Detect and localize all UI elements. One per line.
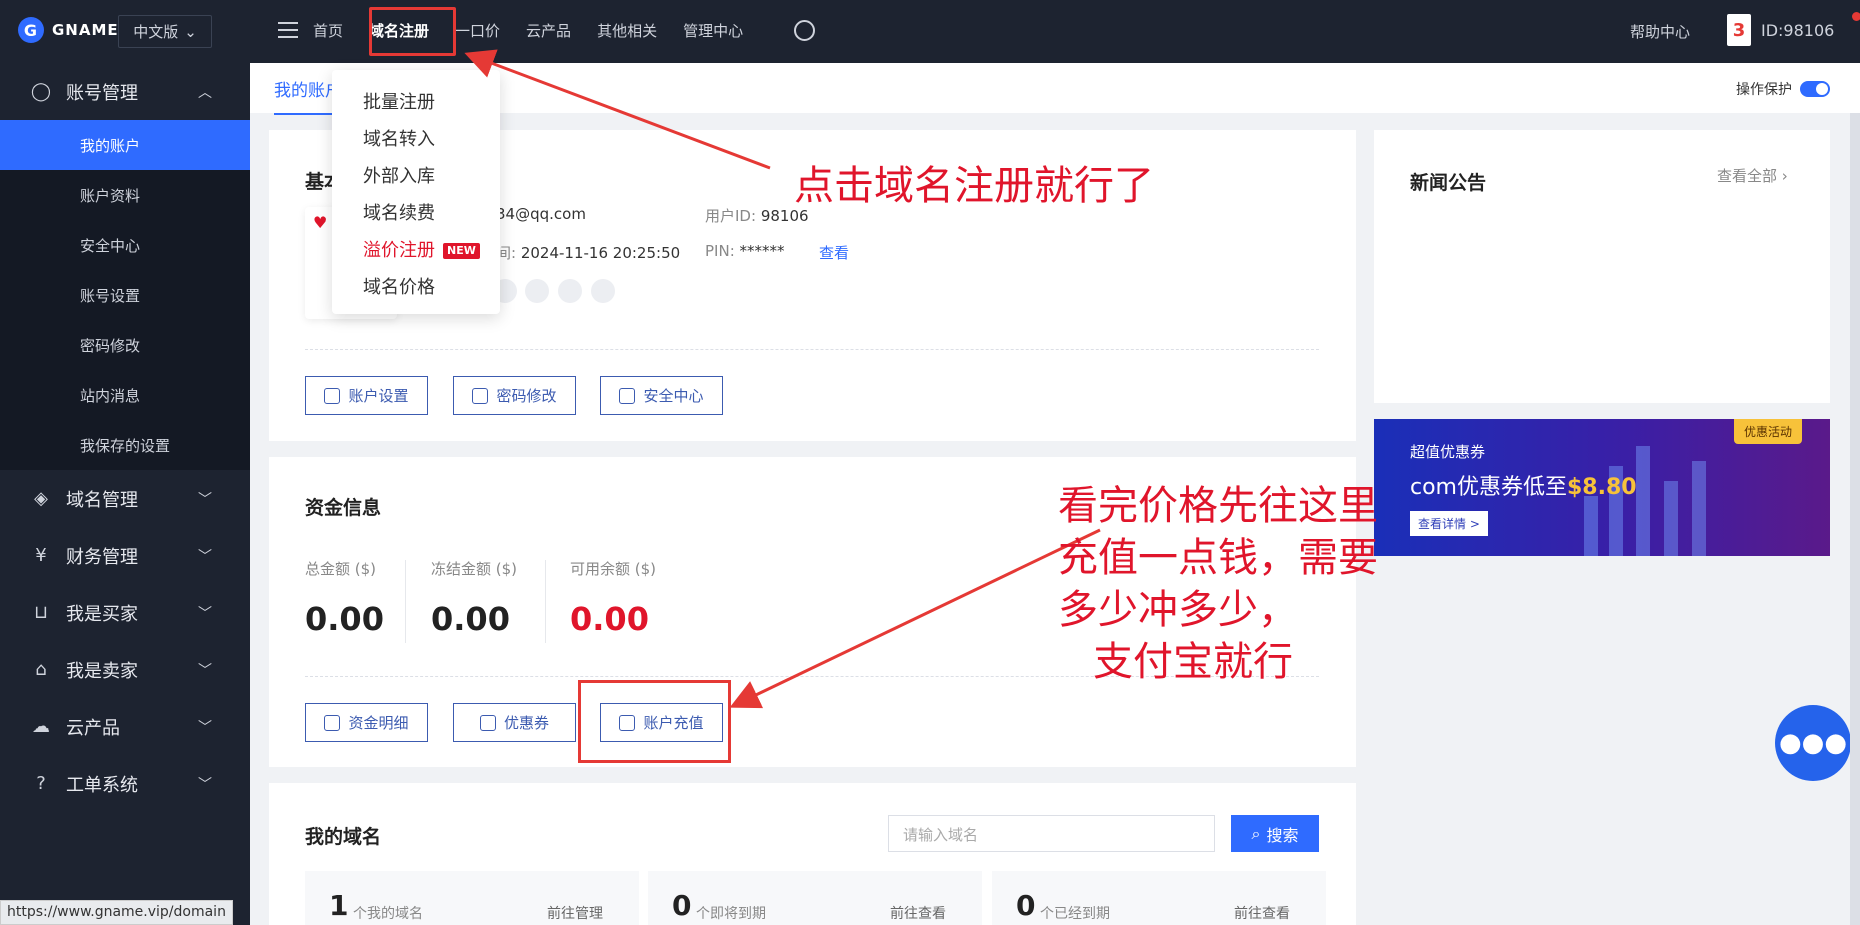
arrow-to-nav: [464, 49, 771, 170]
chat-bubble-icon[interactable]: ●●●: [1775, 705, 1851, 781]
annotation-note-2-line-2: 充值一点钱，需要: [1058, 535, 1378, 581]
scrollbar[interactable]: [1850, 113, 1860, 925]
annotation-note-1: 点击域名注册就行了: [794, 163, 1154, 209]
arrow-to-recharge: [729, 528, 1101, 709]
annotation-arrows: [464, 49, 1101, 709]
annotation-note-2-line-3: 多少冲多少，: [1058, 587, 1298, 633]
annotation-note-2-line-4: 支付宝就行: [1093, 639, 1293, 685]
annotation-note-2-line-1: 看完价格先往这里: [1058, 483, 1378, 529]
